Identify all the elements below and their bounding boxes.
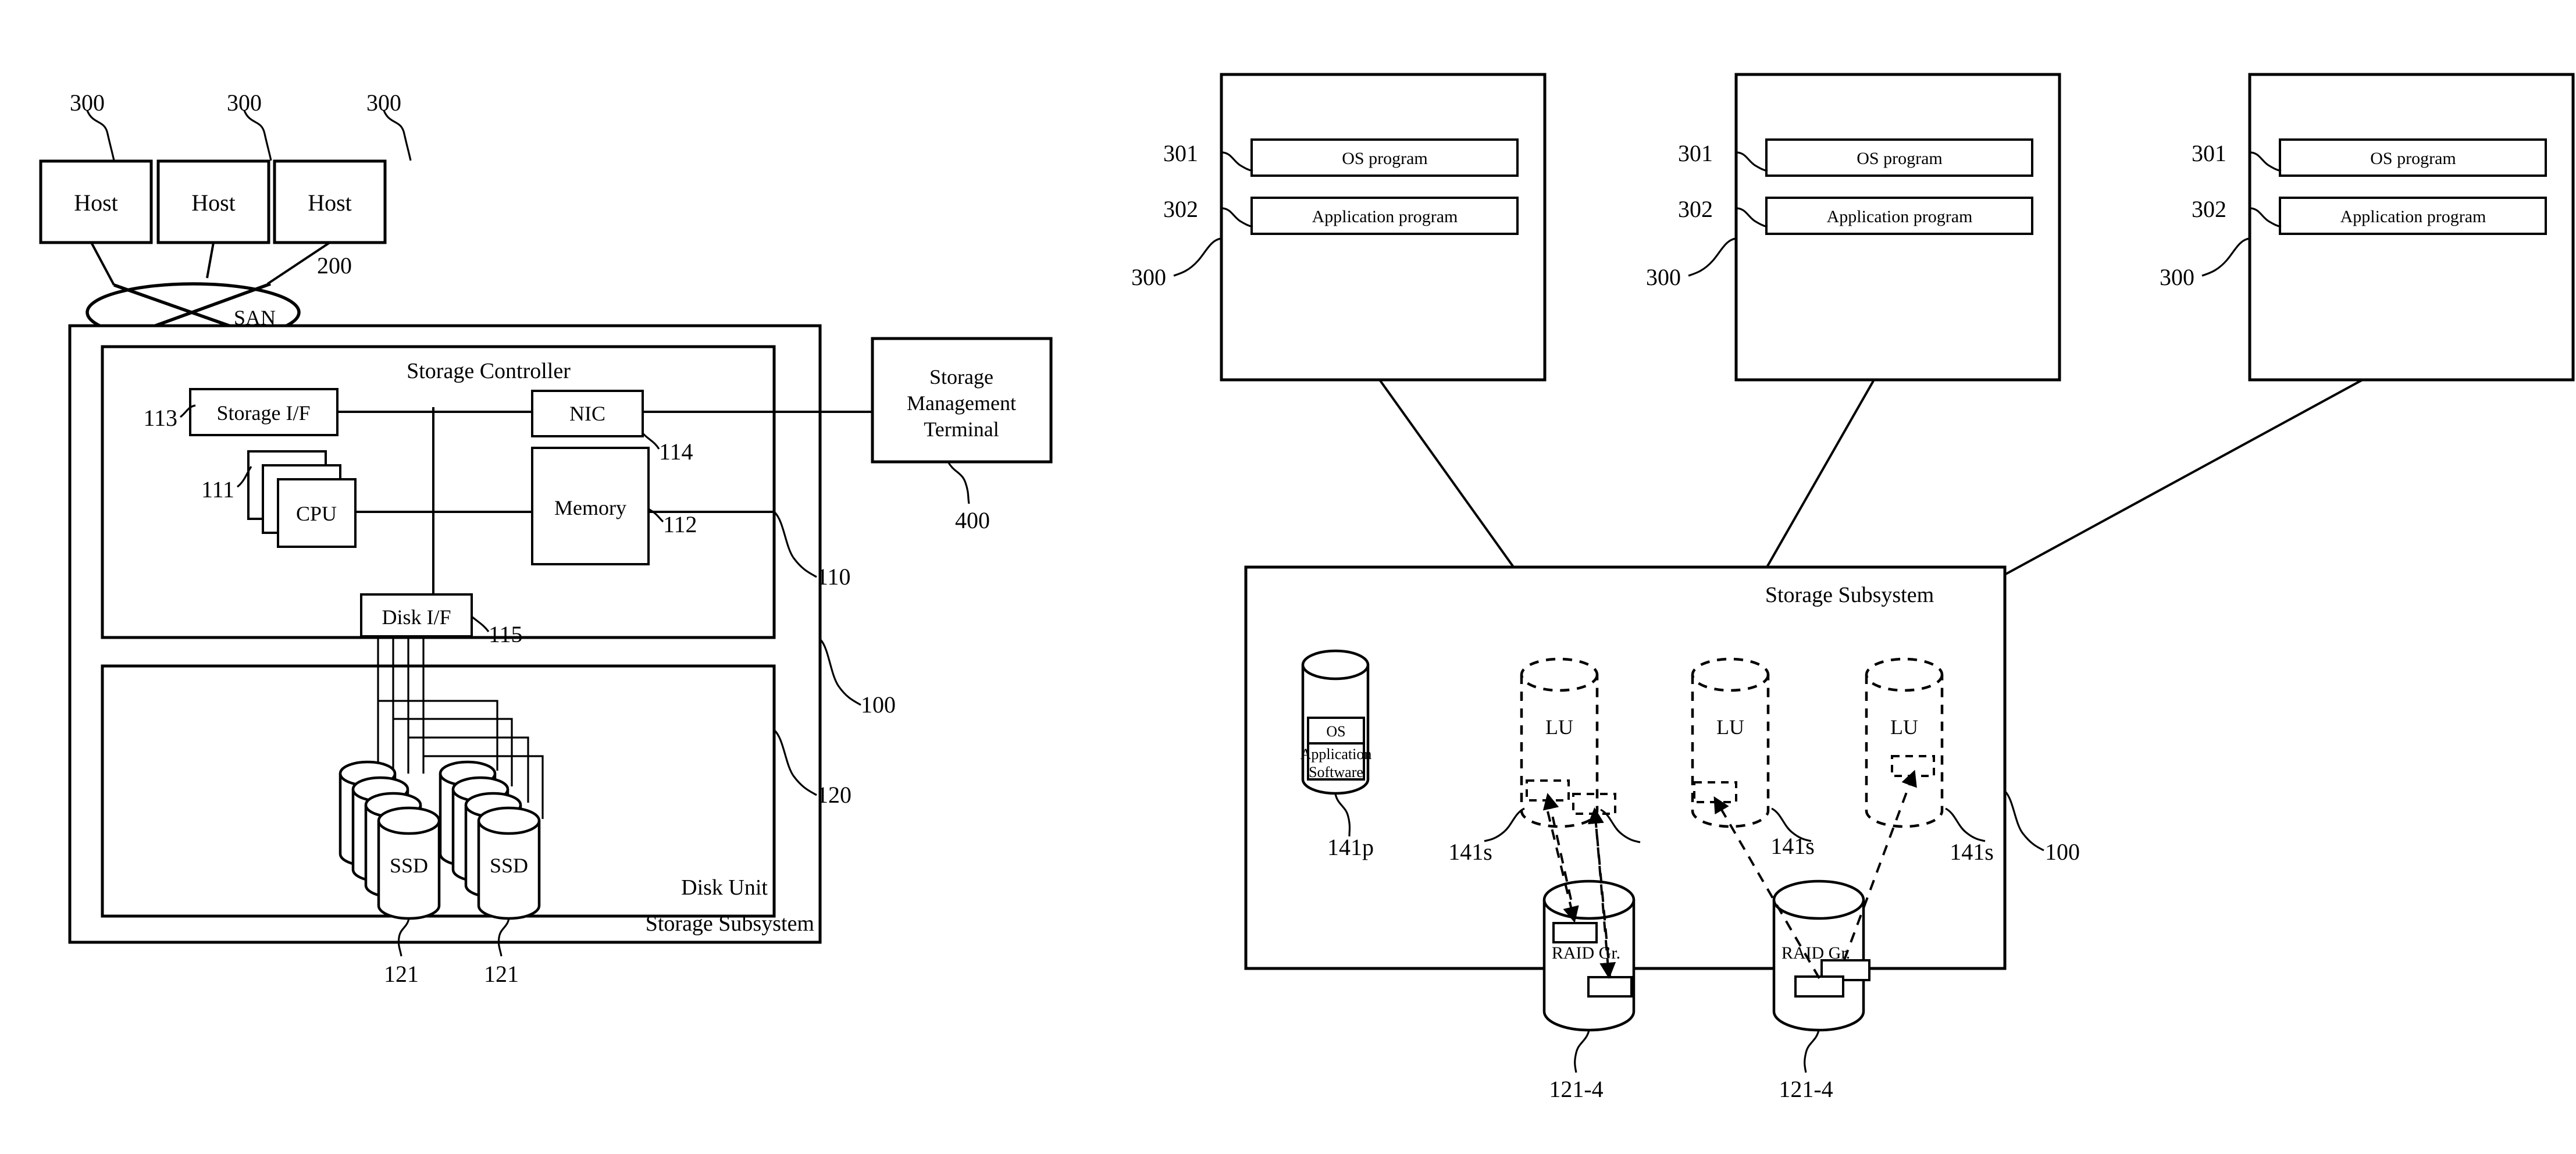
raid-group-label-1: RAID Gr. — [1552, 943, 1620, 963]
mgmt-terminal-line2: Management — [907, 391, 1016, 415]
storage-subsystem-label-right: Storage Subsystem — [1765, 583, 1934, 607]
ref-301-host1: 301 — [1163, 140, 1198, 166]
ref-141s-2: 141s — [1770, 833, 1815, 859]
ref-400-mgmt-terminal: 400 — [955, 507, 990, 533]
disk-if-label: Disk I/F — [382, 606, 451, 629]
nic-label: NIC — [569, 402, 605, 425]
ref-100-subsystem-right: 100 — [2045, 839, 2080, 865]
ref-300-host2: 300 — [227, 90, 262, 116]
ref-141p-boot-volume: 141p — [1327, 834, 1374, 860]
memory-label: Memory — [554, 496, 626, 519]
ref-300-rhost2: 300 — [1646, 264, 1681, 290]
host-box-3-label: Host — [308, 190, 352, 216]
patent-figure-page: 300 300 300 Host Host Host SAN 200 Stora… — [0, 0, 2576, 1154]
lu-label-3: LU — [1890, 715, 1918, 739]
storage-if-label: Storage I/F — [217, 401, 311, 425]
ref-113-storage-if: 113 — [143, 405, 177, 431]
host-box-2-label: Host — [191, 190, 236, 216]
application-program-label-3: Application program — [2340, 207, 2486, 226]
ref-120-disk-unit: 120 — [817, 782, 851, 808]
ref-302-host3: 302 — [2192, 196, 2226, 222]
lu-label-2: LU — [1716, 715, 1744, 739]
ref-200-san: 200 — [317, 252, 352, 279]
ref-121-4-raid-1: 121-4 — [1549, 1076, 1603, 1102]
storage-subsystem-label-left: Storage Subsystem — [646, 911, 814, 936]
ref-301-host2: 301 — [1678, 140, 1713, 166]
ref-302-host2: 302 — [1678, 196, 1713, 222]
os-program-label-2: OS program — [1857, 149, 1942, 168]
disk-unit-label: Disk Unit — [681, 875, 768, 900]
cpu-label: CPU — [296, 502, 337, 525]
raid-group-label-2: RAID Gr. — [1782, 943, 1850, 963]
ref-302-host1: 302 — [1163, 196, 1198, 222]
ref-111-cpu: 111 — [201, 476, 234, 503]
lu-label-1: LU — [1545, 715, 1573, 739]
application-program-label-1: Application program — [1312, 207, 1458, 226]
ssd-label-1: SSD — [390, 854, 428, 877]
boot-volume-app-line2: Software — [1309, 764, 1363, 781]
os-program-label-3: OS program — [2370, 149, 2456, 168]
ref-141s-1: 141s — [1448, 839, 1492, 865]
boot-volume-os-label: OS — [1326, 723, 1345, 740]
ref-110-controller: 110 — [817, 564, 851, 590]
mgmt-terminal-line1: Storage — [929, 365, 993, 389]
ref-300-rhost3: 300 — [2160, 264, 2194, 290]
ref-300-host3: 300 — [366, 90, 401, 116]
application-program-label-2: Application program — [1827, 207, 1973, 226]
ref-115-disk-if: 115 — [489, 621, 523, 647]
boot-volume-app-line1: Application — [1301, 746, 1372, 763]
mgmt-terminal-line3: Terminal — [924, 418, 999, 441]
ref-300-rhost1: 300 — [1131, 264, 1166, 290]
ref-100-subsystem-left: 100 — [861, 692, 896, 718]
ref-141s-3: 141s — [1950, 839, 1994, 865]
ssd-label-2: SSD — [490, 854, 528, 877]
figure-text-layer: 300 300 300 Host Host Host SAN 200 Stora… — [70, 90, 2486, 1102]
ref-121-ssd-2: 121 — [484, 961, 519, 987]
ref-112-memory: 112 — [663, 511, 697, 537]
ref-300-host1: 300 — [70, 90, 105, 116]
ref-301-host3: 301 — [2192, 140, 2226, 166]
host-box-1-label: Host — [74, 190, 118, 216]
storage-controller-label: Storage Controller — [407, 359, 571, 383]
ref-114-nic: 114 — [659, 439, 693, 465]
ref-121-4-raid-2: 121-4 — [1779, 1076, 1833, 1102]
ref-121-ssd-1: 121 — [384, 961, 419, 987]
os-program-label-1: OS program — [1342, 149, 1427, 168]
san-label: SAN — [234, 306, 276, 329]
